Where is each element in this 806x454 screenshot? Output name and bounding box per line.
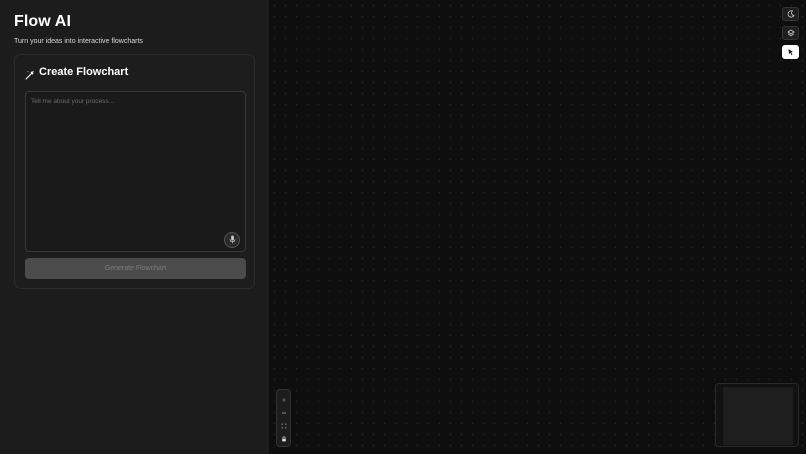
card-header: Create Flowchart [25,66,129,80]
magic-wand-icon [25,67,35,80]
layers-button[interactable] [782,26,799,40]
microphone-button[interactable] [224,232,240,248]
process-prompt-input[interactable] [26,92,245,251]
lock-icon [281,429,287,447]
prompt-box [25,91,246,252]
create-flowchart-card: Create Flowchart Generate Flowchart [14,54,255,289]
canvas-toolbar [782,7,799,59]
lock-button[interactable] [278,432,289,443]
select-tool-button[interactable] [782,45,799,59]
app-title: Flow AI [14,13,71,30]
generate-flowchart-button[interactable]: Generate Flowchart [25,258,246,279]
app-subtitle: Turn your ideas into interactive flowcha… [14,38,143,45]
canvas-controls [276,389,291,447]
microphone-icon [229,231,236,249]
theme-toggle-icon [787,5,795,23]
layers-icon [786,24,795,42]
card-title: Create Flowchart [39,66,129,78]
minimap[interactable] [715,383,799,447]
cursor-pointer-icon [787,43,795,61]
minimap-viewport[interactable] [723,387,793,445]
sidebar: Flow AI Turn your ideas into interactive… [0,0,269,454]
theme-toggle-button[interactable] [782,7,799,21]
